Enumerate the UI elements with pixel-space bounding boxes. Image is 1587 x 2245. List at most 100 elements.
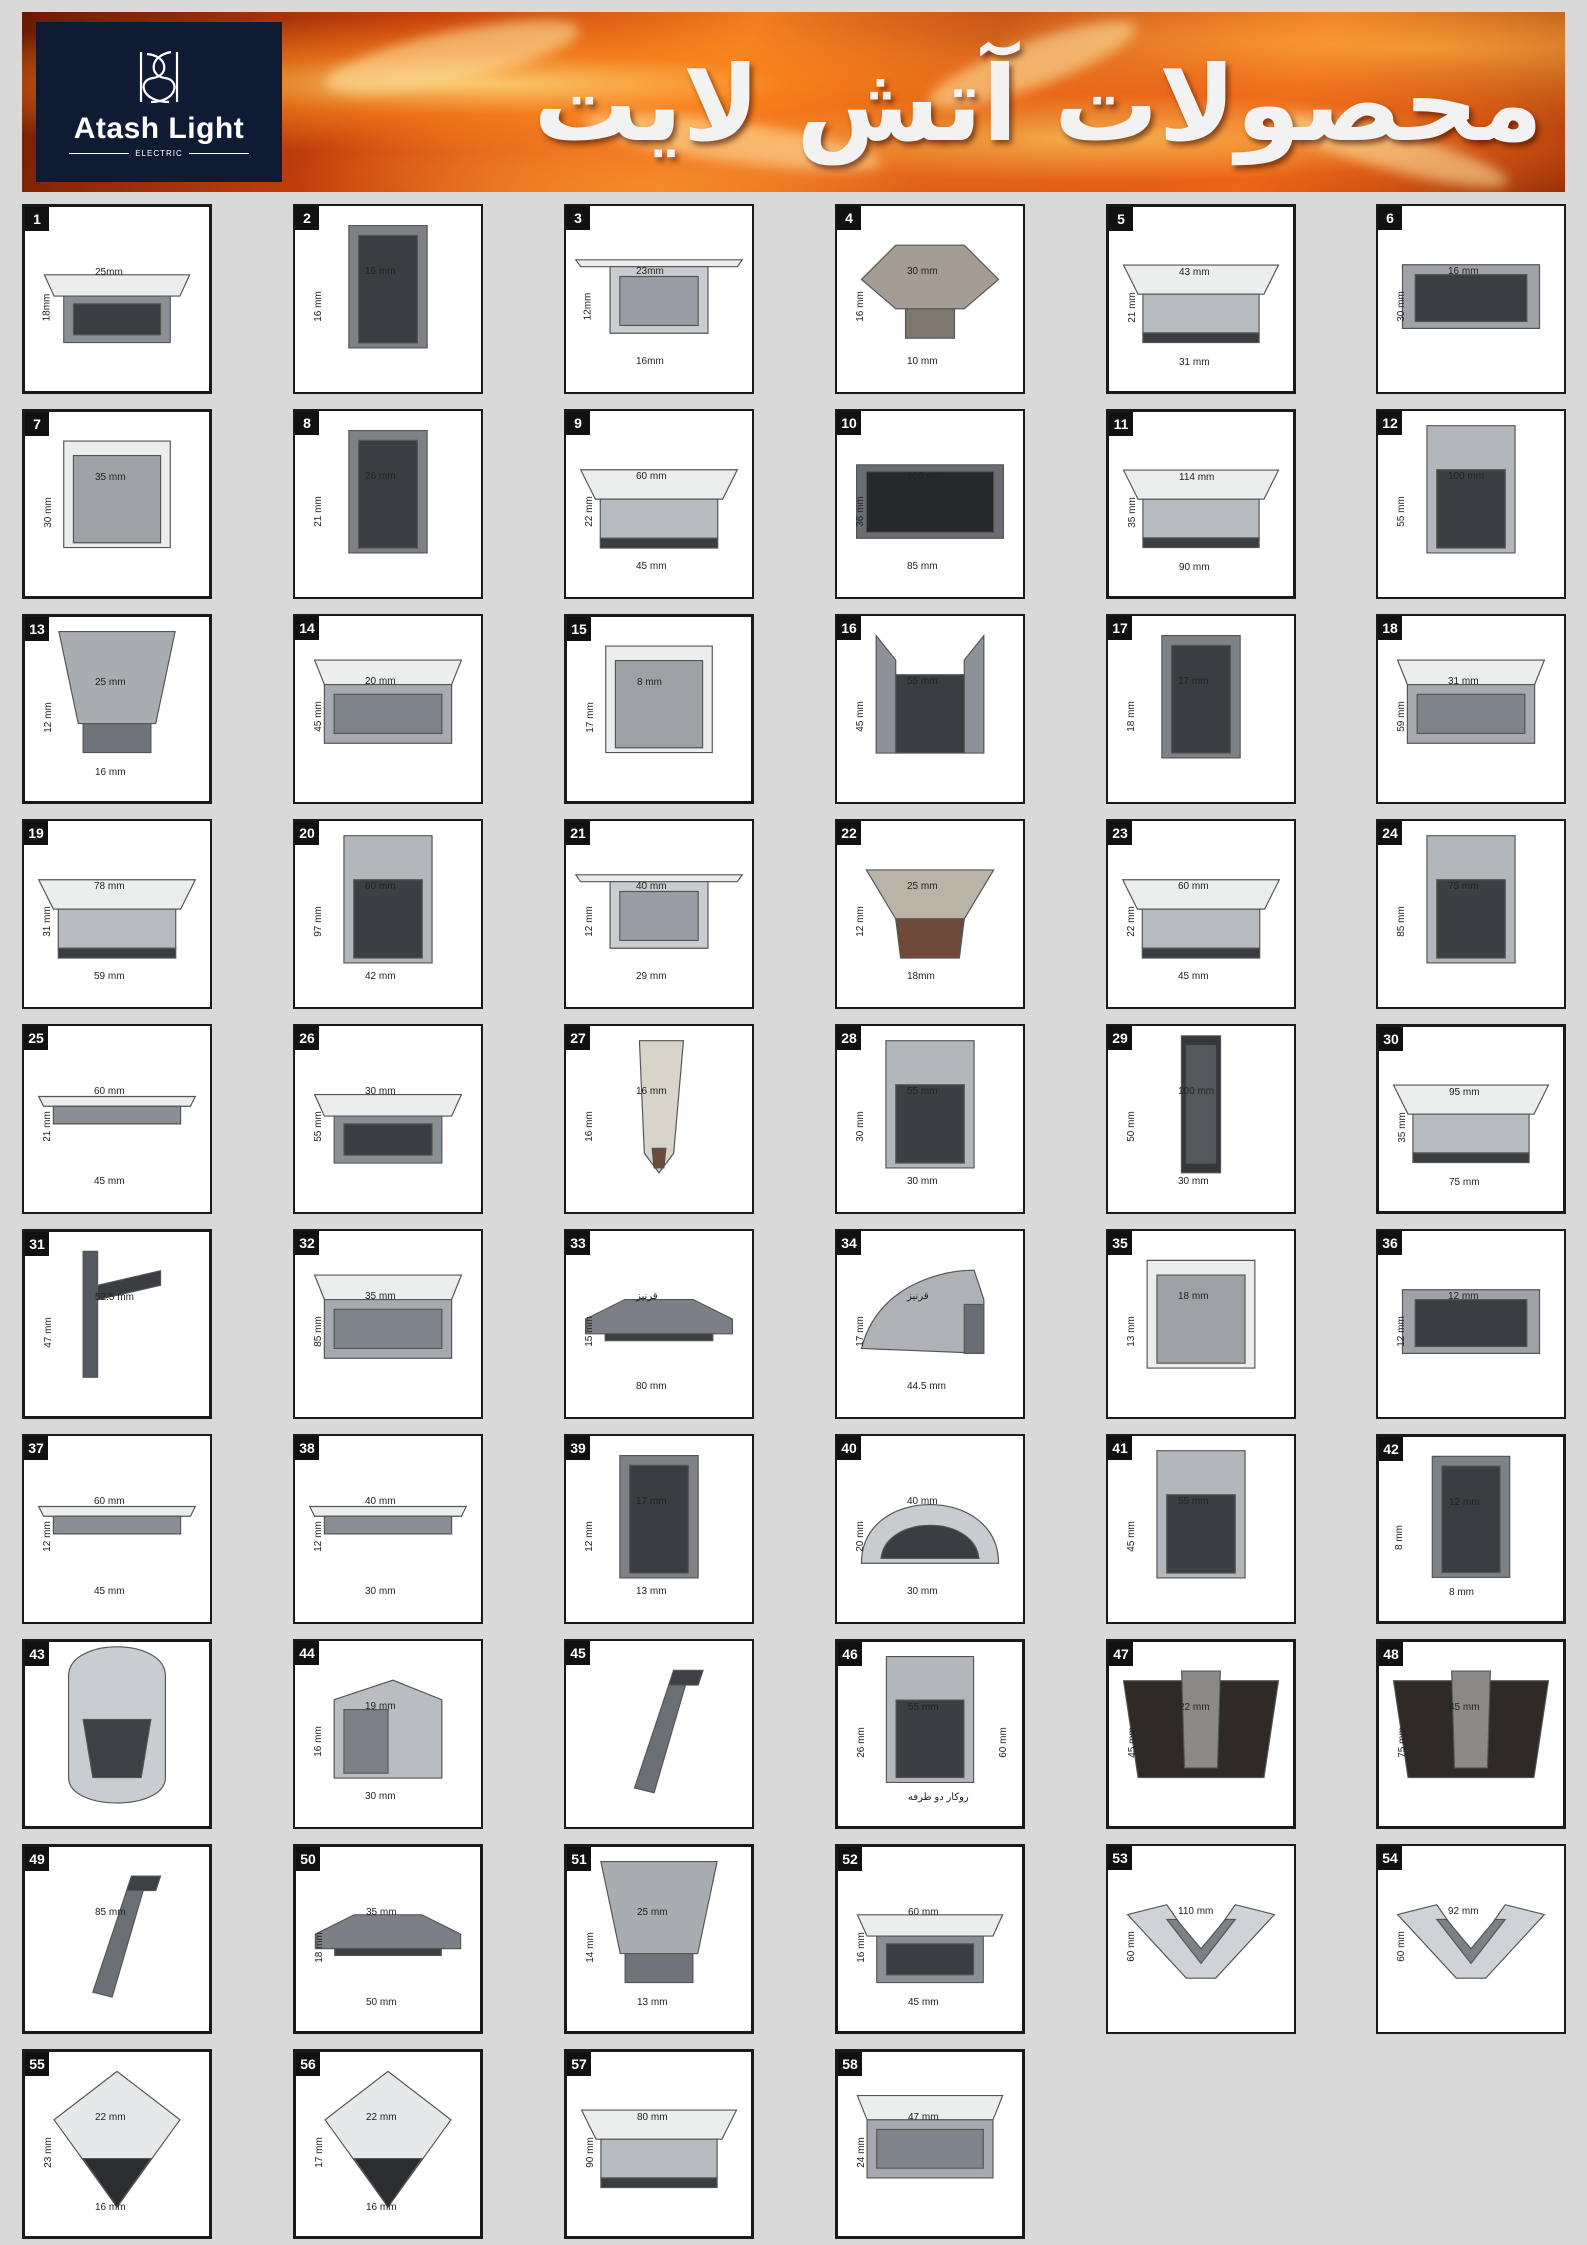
product-card[interactable]: 53 110 mm 60 mm xyxy=(1106,1844,1296,2034)
dimension-label: 55 mm xyxy=(907,676,938,687)
product-card[interactable]: 17 17 mm 18 mm xyxy=(1106,614,1296,804)
product-card[interactable]: 11 114 mm 35 mm 90 mm xyxy=(1106,409,1296,599)
dimension-label: 36 mm xyxy=(854,496,866,527)
product-card[interactable]: 19 78 mm 31 mm 59 mm xyxy=(22,819,212,1009)
product-card[interactable]: 45 xyxy=(564,1639,754,1829)
profile-image xyxy=(67,1646,167,1804)
dimension-label: 30 mm xyxy=(1395,291,1407,322)
dimension-label: 12 mm xyxy=(1448,1291,1479,1302)
product-card[interactable]: 34 قرنیز 17 mm 44.5 mm xyxy=(835,1229,1025,1419)
product-number-badge: 40 xyxy=(837,1436,861,1460)
product-card[interactable]: 54 92 mm 60 mm xyxy=(1376,1844,1566,2034)
product-card[interactable]: 25 60 mm 21 mm 45 mm xyxy=(22,1024,212,1214)
product-card[interactable]: 41 55 mm 45 mm xyxy=(1106,1434,1296,1624)
product-card[interactable]: 13 25 mm 12 mm 16 mm xyxy=(22,614,212,804)
product-number-badge: 58 xyxy=(838,2052,862,2076)
product-card[interactable]: 35 18 mm 13 mm xyxy=(1106,1229,1296,1419)
dimension-label: 13 mm xyxy=(636,1586,667,1597)
dimension-label: 22 mm xyxy=(583,496,595,527)
dimension-label: 13 mm xyxy=(1125,1316,1137,1347)
brand-logo: Atash Light ELECTRIC xyxy=(36,22,282,182)
product-card[interactable]: 57 80 mm 90 mm xyxy=(564,2049,754,2239)
product-card[interactable]: 9 60 mm 22 mm 45 mm xyxy=(564,409,754,599)
product-card[interactable]: 15 8 mm 17 mm xyxy=(564,614,754,804)
product-number-badge: 25 xyxy=(24,1026,48,1050)
product-number-badge: 11 xyxy=(1109,412,1133,436)
product-number-badge: 35 xyxy=(1108,1231,1132,1255)
dimension-label: 45 mm xyxy=(94,1586,125,1597)
product-card[interactable]: 47 22 mm 45 mm xyxy=(1106,1639,1296,1829)
product-card[interactable]: 6 16 mm 30 mm xyxy=(1376,204,1566,394)
product-card[interactable]: 3 23mm 12mm 16mm xyxy=(564,204,754,394)
dimension-label: 55 mm xyxy=(312,1111,324,1142)
dimension-label: 31 mm xyxy=(1179,357,1210,368)
product-number-badge: 2 xyxy=(295,206,319,230)
product-number-badge: 4 xyxy=(837,206,861,230)
product-card[interactable]: 7 35 mm 30 mm xyxy=(22,409,212,599)
dimension-label: 95 mm xyxy=(1449,1087,1480,1098)
product-card[interactable]: 1 25mm 18mm xyxy=(22,204,212,394)
product-card[interactable]: 51 25 mm 14 mm 13 mm xyxy=(564,1844,754,2034)
product-card[interactable]: 42 12 mm 8 mm 8 mm xyxy=(1376,1434,1566,1624)
dimension-label: 25 mm xyxy=(907,881,938,892)
product-card[interactable]: 55 22 mm 23 mm 16 mm xyxy=(22,2049,212,2239)
product-card[interactable]: 38 40 mm 12 mm 30 mm xyxy=(293,1434,483,1624)
product-card[interactable]: 44 19 mm 16 mm 30 mm xyxy=(293,1639,483,1829)
product-number-badge: 46 xyxy=(838,1642,862,1666)
product-card[interactable]: 40 40 mm 20 mm 30 mm xyxy=(835,1434,1025,1624)
product-card[interactable]: 12 100 mm 55 mm xyxy=(1376,409,1566,599)
dimension-label: 78 mm xyxy=(94,881,125,892)
product-card[interactable]: 5 43 mm 21 mm 31 mm xyxy=(1106,204,1296,394)
product-card[interactable]: 43 xyxy=(22,1639,212,1829)
product-card[interactable]: 4 30 mm 16 mm 10 mm xyxy=(835,204,1025,394)
product-card[interactable]: 32 35 mm 85 mm xyxy=(293,1229,483,1419)
product-card[interactable]: 33 قرنیز 15 mm 80 mm xyxy=(564,1229,754,1419)
product-card[interactable]: 14 20 mm 45 mm xyxy=(293,614,483,804)
dimension-label: 8 mm xyxy=(1449,1587,1474,1598)
product-card[interactable]: 24 75 mm 85 mm xyxy=(1376,819,1566,1009)
product-card[interactable]: 39 17 mm 12 mm 13 mm xyxy=(564,1434,754,1624)
dimension-label: 55 mm xyxy=(1395,496,1407,527)
dimension-label: 8 mm xyxy=(637,677,662,688)
product-card[interactable]: 46 55 mm 26 mm روکار دو طرفه 60 mm xyxy=(835,1639,1025,1829)
product-card[interactable]: 56 22 mm 17 mm 16 mm xyxy=(293,2049,483,2239)
product-card[interactable]: 28 55 mm 30 mm 30 mm xyxy=(835,1024,1025,1214)
product-card[interactable]: 22 25 mm 12 mm 18mm xyxy=(835,819,1025,1009)
dimension-label: 45 mm xyxy=(854,701,866,732)
dimension-label: 30 mm xyxy=(365,1586,396,1597)
product-card[interactable]: 2 16 mm 16 mm xyxy=(293,204,483,394)
product-card[interactable]: 21 40 mm 12 mm 29 mm xyxy=(564,819,754,1009)
dimension-label: 16 mm xyxy=(855,1932,867,1963)
dimension-label: 35 mm xyxy=(1126,497,1138,528)
product-card[interactable]: 58 47 mm 24 mm xyxy=(835,2049,1025,2239)
product-card[interactable]: 37 60 mm 12 mm 45 mm xyxy=(22,1434,212,1624)
profile-image xyxy=(43,274,191,344)
product-card[interactable]: 10 100 mm 36 mm 85 mm xyxy=(835,409,1025,599)
product-card[interactable]: 31 52.5 mm 47 mm xyxy=(22,1229,212,1419)
dimension-label: 60 mm xyxy=(908,1907,939,1918)
product-card[interactable]: 8 26 mm 21 mm xyxy=(293,409,483,599)
product-card[interactable]: 16 55 mm 45 mm xyxy=(835,614,1025,804)
product-card[interactable]: 23 60 mm 22 mm 45 mm xyxy=(1106,819,1296,1009)
product-card[interactable]: 50 35 mm 18 mm 50 mm xyxy=(293,1844,483,2034)
product-card[interactable]: 26 30 mm 55 mm xyxy=(293,1024,483,1214)
dimension-label: 30 mm xyxy=(365,1791,396,1802)
product-card[interactable]: 27 16 mm 16 mm xyxy=(564,1024,754,1214)
dimension-label: 30 mm xyxy=(1178,1176,1209,1187)
dimension-label: 16 mm xyxy=(312,1726,324,1757)
product-card[interactable]: 36 12 mm 12 mm xyxy=(1376,1229,1566,1419)
dimension-label: 90 mm xyxy=(1179,562,1210,573)
dimension-label: 50 mm xyxy=(1125,1111,1137,1142)
product-card[interactable]: 18 31 mm 59 mm xyxy=(1376,614,1566,804)
dimension-label: 40 mm xyxy=(907,1496,938,1507)
product-number-badge: 37 xyxy=(24,1436,48,1460)
product-card[interactable]: 49 85 mm xyxy=(22,1844,212,2034)
dimension-label: 26 mm xyxy=(855,1727,867,1758)
product-card[interactable]: 52 60 mm 16 mm 45 mm xyxy=(835,1844,1025,2034)
dimension-label: 18 mm xyxy=(1125,701,1137,732)
product-card[interactable]: 30 95 mm 35 mm 75 mm xyxy=(1376,1024,1566,1214)
product-number-badge: 19 xyxy=(24,821,48,845)
product-card[interactable]: 29 100 mm 50 mm 30 mm xyxy=(1106,1024,1296,1214)
product-card[interactable]: 48 45 mm 75 mm xyxy=(1376,1639,1566,1829)
product-card[interactable]: 20 60 mm 97 mm 42 mm xyxy=(293,819,483,1009)
